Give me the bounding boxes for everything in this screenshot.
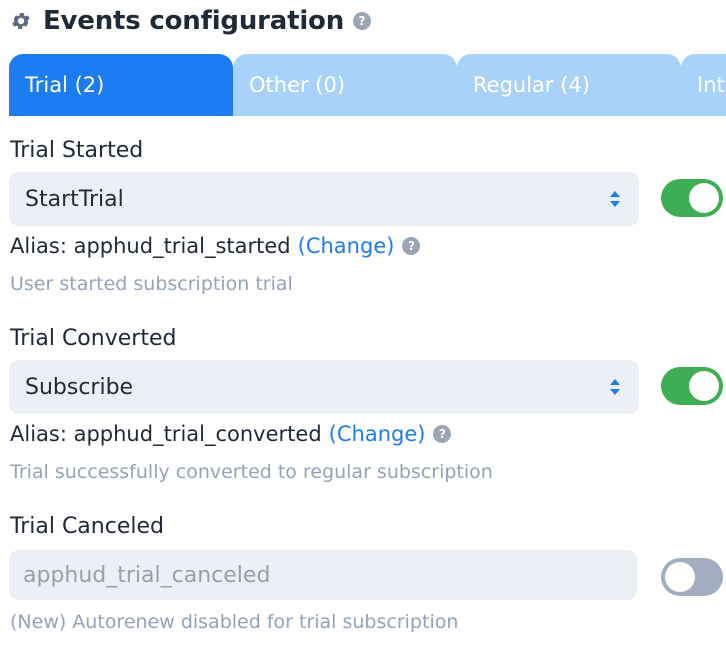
select-value: StartTrial — [25, 186, 124, 212]
alias-text: Alias: apphud_trial_started — [10, 234, 291, 258]
trial-converted-select[interactable]: Subscribe — [9, 360, 639, 414]
sort-arrows-icon — [610, 191, 620, 207]
tab-int[interactable]: Int — [681, 54, 726, 116]
toggle-knob — [689, 371, 719, 401]
trial-canceled-label: Trial Canceled — [10, 514, 164, 539]
change-alias-link[interactable]: (Change) — [329, 422, 426, 446]
trial-canceled-description: (New) Autorenew disabled for trial subsc… — [10, 611, 459, 633]
help-icon[interactable]: ? — [433, 425, 452, 443]
toggle-knob — [689, 183, 719, 213]
gear-icon — [12, 13, 30, 29]
help-icon[interactable]: ? — [353, 12, 372, 30]
page-header: Events configuration ? — [10, 4, 372, 38]
input-placeholder: apphud_trial_canceled — [23, 562, 271, 588]
trial-started-select[interactable]: StartTrial — [9, 172, 639, 226]
tab-label: Regular (4) — [473, 73, 590, 97]
tab-regular[interactable]: Regular (4) — [457, 54, 681, 116]
trial-converted-toggle[interactable] — [661, 367, 723, 405]
trial-started-description: User started subscription trial — [10, 273, 293, 295]
change-alias-link[interactable]: (Change) — [298, 234, 395, 258]
tab-label: Trial (2) — [25, 73, 105, 97]
toggle-knob — [665, 562, 695, 592]
trial-started-toggle[interactable] — [661, 179, 723, 217]
alias-text: Alias: apphud_trial_converted — [10, 422, 322, 446]
trial-converted-label: Trial Converted — [10, 326, 177, 351]
trial-canceled-alias-input[interactable]: apphud_trial_canceled — [9, 550, 637, 600]
tab-label: Int — [697, 73, 725, 97]
tab-other[interactable]: Other (0) — [233, 54, 457, 116]
tab-label: Other (0) — [249, 73, 346, 97]
sort-arrows-icon — [610, 379, 620, 395]
page-title: Events configuration — [43, 6, 345, 36]
event-tabs: Trial (2) Other (0) Regular (4) Int — [9, 54, 726, 116]
trial-converted-alias: Alias: apphud_trial_converted (Change) ? — [10, 422, 452, 446]
trial-started-label: Trial Started — [10, 138, 144, 163]
trial-converted-description: Trial successfully converted to regular … — [10, 461, 493, 483]
trial-canceled-toggle[interactable] — [661, 558, 723, 596]
help-icon[interactable]: ? — [402, 237, 421, 255]
tab-trial[interactable]: Trial (2) — [9, 54, 233, 116]
select-value: Subscribe — [25, 374, 134, 400]
trial-started-alias: Alias: apphud_trial_started (Change) ? — [10, 234, 421, 258]
